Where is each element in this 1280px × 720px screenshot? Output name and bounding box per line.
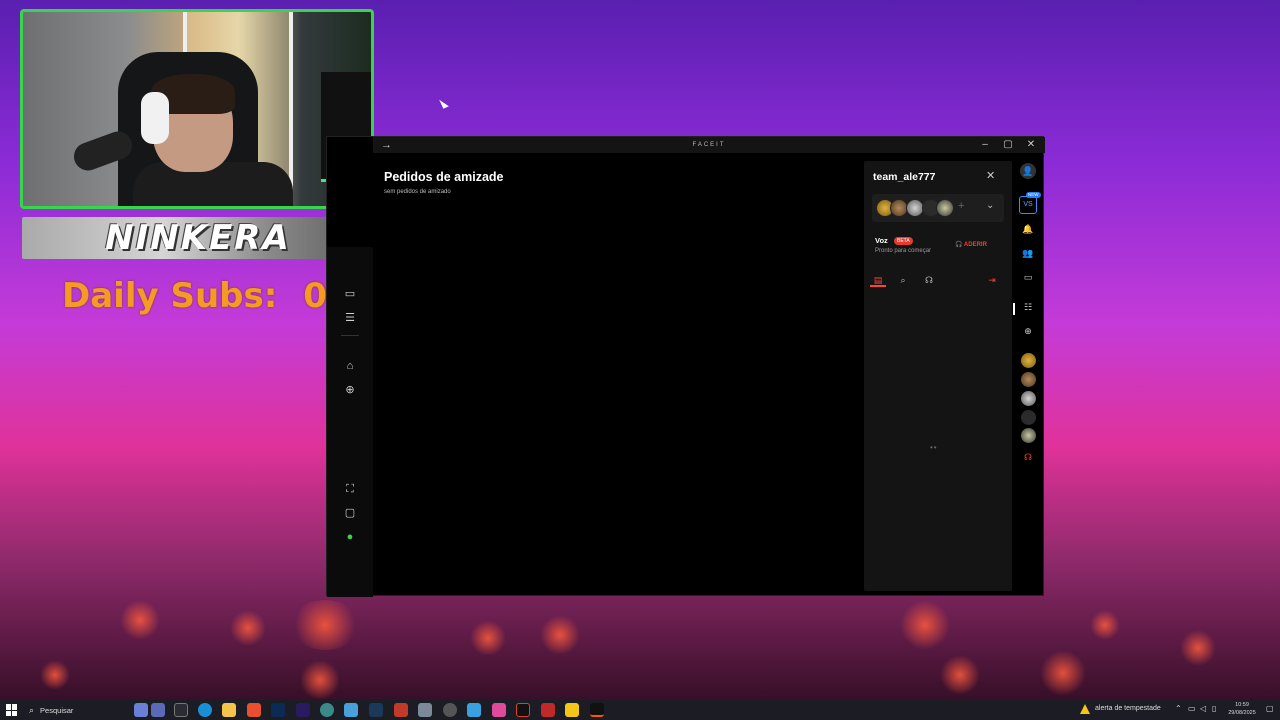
page-title: Pedidos de amizade [384, 170, 504, 184]
headphones-tab-icon[interactable]: ☊ [921, 273, 937, 287]
faceit-window: → FACEIT – ▢ ✕ ▭ ☰ ⌂ ⊕ ⛶ ▢ ● Pedidos de … [326, 136, 1045, 597]
versus-icon[interactable]: VS [1019, 196, 1037, 214]
panel-tabs: ▤ ⌕ ☊ ⇥ [864, 271, 1012, 293]
taskbar-app-icon[interactable] [467, 703, 481, 717]
network-icon[interactable]: ▭ [1188, 704, 1196, 713]
shop-bag-icon[interactable]: ▢ [342, 505, 358, 521]
windows-start-icon[interactable] [6, 704, 18, 716]
after-effects-icon[interactable] [296, 703, 310, 717]
taskbar: ⌕ Pesquisar alerta de tempestade ⌃ ▭ ◁ ▯… [0, 700, 1280, 720]
app-brand: FACEIT [692, 142, 726, 148]
list-icon[interactable]: ☰ [342, 310, 358, 326]
voice-headset-icon[interactable]: ☊ [1020, 449, 1036, 465]
obs-icon[interactable] [320, 703, 334, 717]
loading-indicator: •• [930, 443, 938, 452]
invite-member-icon[interactable]: + [958, 200, 964, 212]
title-bar: → FACEIT – ▢ ✕ [373, 137, 1045, 153]
edge-icon[interactable] [198, 703, 212, 717]
taskbar-app-icon[interactable] [516, 703, 530, 717]
copilot-icon[interactable] [134, 703, 148, 717]
leave-party-icon[interactable]: ⇥ [984, 273, 1000, 287]
video-icon[interactable]: ▭ [342, 286, 358, 302]
join-voice-button[interactable]: 🎧 ADERIR [955, 241, 987, 248]
taskbar-app-icon[interactable] [418, 703, 432, 717]
weather-alert[interactable]: alerta de tempestade [1095, 705, 1161, 712]
maximize-button[interactable]: ▢ [998, 137, 1018, 153]
close-window-button[interactable]: ✕ [1021, 137, 1041, 153]
brave-icon[interactable] [247, 703, 261, 717]
storm-alert-icon[interactable] [1080, 704, 1090, 714]
notifications-icon[interactable]: ▢ [1266, 704, 1274, 713]
mouse-cursor [439, 97, 449, 109]
user-avatar-icon[interactable]: 👤 [1020, 163, 1036, 179]
friend-avatar[interactable] [1021, 428, 1036, 443]
search-icon: ⌕ [29, 704, 35, 715]
faceit-taskbar-icon[interactable] [590, 703, 604, 717]
status-online-icon[interactable]: ● [342, 529, 358, 545]
steam-icon[interactable] [369, 703, 383, 717]
headset [141, 92, 169, 144]
taskbar-app-icon[interactable] [541, 703, 555, 717]
chevron-up-icon[interactable]: ⌃ [1175, 704, 1182, 713]
search-placeholder: Pesquisar [40, 705, 74, 715]
scroll-indicator[interactable] [1013, 303, 1015, 315]
chat-tab-icon[interactable]: ▤ [870, 273, 886, 287]
party-panel: team_ale777 ✕ + ⌄ Voz BETA Pronto para c… [864, 161, 1012, 591]
close-panel-icon[interactable]: ✕ [986, 169, 995, 182]
messages-icon[interactable]: ▭ [1020, 269, 1036, 285]
webcam-overlay [20, 9, 374, 209]
bell-icon[interactable]: 🔔 [1020, 221, 1036, 237]
friend-avatar[interactable] [1021, 391, 1036, 406]
fullscreen-icon[interactable]: ⛶ [342, 481, 358, 497]
taskbar-app-icon[interactable] [344, 703, 358, 717]
taskbar-app-icon[interactable] [565, 703, 579, 717]
party-members: + ⌄ [872, 194, 1004, 222]
chevron-down-icon[interactable]: ⌄ [986, 200, 994, 211]
back-arrow-icon[interactable]: → [381, 137, 392, 153]
volume-icon[interactable]: ◁ [1200, 704, 1206, 713]
streamer-name: NINKERA [105, 218, 291, 258]
streamer-name-banner: NINKERA [22, 217, 374, 259]
friend-avatar-placeholder[interactable] [1021, 410, 1036, 425]
friend-avatar[interactable] [1021, 353, 1036, 368]
taskbar-app-icon[interactable] [492, 703, 506, 717]
taskbar-app-icon[interactable] [151, 703, 165, 717]
taskbar-app-icon[interactable] [394, 703, 408, 717]
member-avatar[interactable] [936, 199, 954, 217]
right-sidebar: 👤 VS NEW 🔔 👥 ▭ ☷ ⊕ ☊ [1017, 161, 1041, 462]
new-badge: NEW [1026, 192, 1041, 198]
settings-icon[interactable] [443, 703, 457, 717]
left-navigation: ▭ ☰ ⌂ ⊕ ⛶ ▢ ● [327, 247, 373, 597]
page-subtitle: sem pedidos de amizado [384, 189, 451, 195]
friends-icon[interactable]: 👥 [1020, 245, 1036, 261]
party-icon[interactable]: ☷ [1020, 299, 1036, 315]
add-friend-icon[interactable]: ⊕ [1020, 323, 1036, 339]
friend-avatar[interactable] [1021, 372, 1036, 387]
join-voice-label: ADERIR [963, 242, 987, 248]
file-explorer-icon[interactable] [222, 703, 236, 717]
beta-badge: BETA [894, 237, 913, 245]
nav-divider [341, 335, 359, 336]
voice-status: Pronto para começar [875, 248, 932, 254]
minimize-button[interactable]: – [975, 137, 995, 153]
voice-label: Voz [875, 236, 888, 245]
photoshop-icon[interactable] [271, 703, 285, 717]
home-icon[interactable]: ⌂ [342, 358, 358, 374]
search-tab-icon[interactable]: ⌕ [895, 273, 911, 287]
add-circle-icon[interactable]: ⊕ [342, 382, 358, 398]
clock-time: 10:59 [1235, 702, 1249, 708]
party-name: team_ale777 [873, 171, 936, 183]
battery-icon[interactable]: ▯ [1212, 704, 1216, 713]
clock-date: 29/08/2025 [1228, 710, 1256, 716]
daily-subs-label: Daily Subs: [62, 276, 278, 316]
clock[interactable]: 10:59 29/08/2025 [1222, 701, 1262, 717]
taskbar-search[interactable]: ⌕ Pesquisar [25, 702, 130, 718]
task-view-icon[interactable] [174, 703, 188, 717]
